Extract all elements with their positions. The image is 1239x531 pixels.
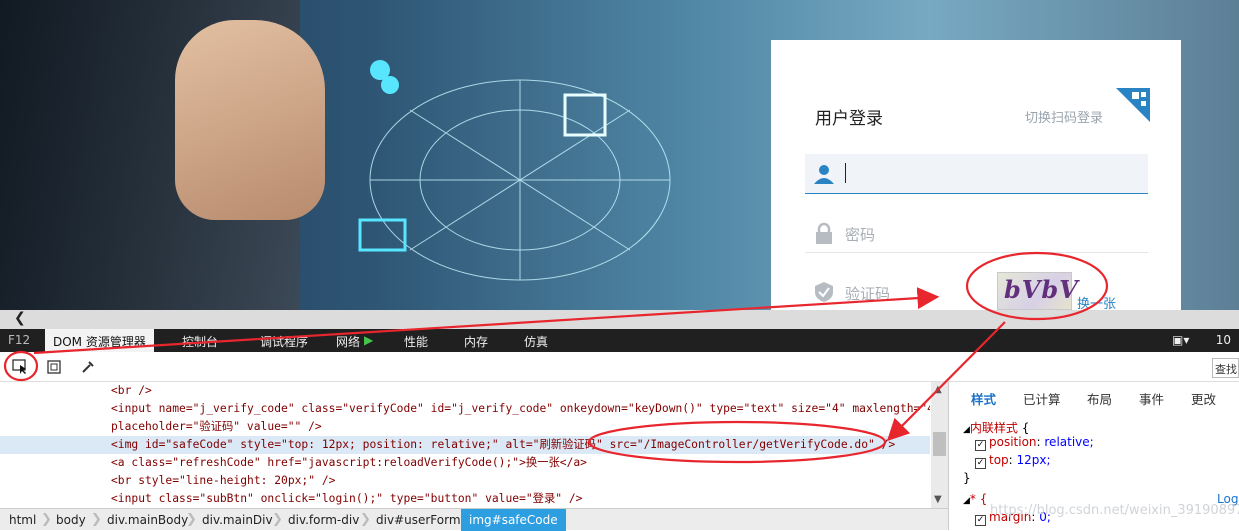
devtools-tab-bar: F12 DOM 资源管理器 控制台 调试程序 网络 ▶ 性能 内存 仿真 ▣▾ …	[0, 329, 1239, 352]
collapse-icon: ◢	[963, 496, 970, 506]
crumb-safecode[interactable]: img#safeCode	[461, 509, 566, 531]
style-prop: top	[989, 453, 1009, 467]
scroll-up-arrow-icon[interactable]: ▲	[934, 384, 942, 395]
crumb-body[interactable]: body	[56, 509, 86, 531]
tab-events[interactable]: 事件	[1139, 389, 1164, 408]
dom-line-text: <br />	[111, 384, 152, 397]
dom-line-text: placeholder="验证码" value="" />	[111, 420, 322, 433]
crumb-separator-icon: ❯	[186, 512, 197, 527]
crumb-separator-icon: ❯	[272, 512, 283, 527]
qr-code-icon[interactable]	[1116, 88, 1150, 122]
tab-memory[interactable]: 内存	[464, 333, 488, 350]
find-input[interactable]: 查找	[1212, 358, 1239, 378]
dom-line[interactable]: <br style="line-height: 20px;" />	[0, 472, 930, 490]
scroll-down-arrow-icon[interactable]: ▼	[934, 494, 942, 505]
inline-style-header[interactable]: ◢内联样式 {	[963, 419, 1029, 436]
password-field[interactable]: 密码	[805, 213, 1148, 253]
dom-line-selected[interactable]: <img id="safeCode" style="top: 12px; pos…	[0, 436, 930, 454]
crumb-maindiv[interactable]: div.mainDiv	[202, 509, 273, 531]
style-value: 12px;	[1016, 453, 1051, 467]
tab-layout[interactable]: 布局	[1087, 389, 1112, 408]
universal-rule: * {	[969, 492, 988, 506]
tab-network[interactable]: 网络	[336, 333, 360, 350]
login-title: 用户登录	[815, 109, 883, 129]
user-icon	[814, 165, 834, 184]
refresh-captcha-link[interactable]: 换一张	[1077, 293, 1116, 310]
style-prop: position	[989, 435, 1037, 449]
inline-style-close: }	[963, 471, 971, 485]
scroll-left-arrow-icon[interactable]: ❮	[14, 310, 26, 326]
checkbox-icon[interactable]: ✓	[975, 458, 986, 469]
network-illustration	[358, 60, 671, 281]
hand-image	[175, 20, 325, 220]
dom-line[interactable]: <input name="j_verify_code" class="verif…	[0, 400, 930, 418]
version-count: 10	[1215, 333, 1231, 347]
crumb-separator-icon: ❯	[91, 512, 102, 527]
lock-icon	[816, 222, 832, 244]
login-panel: 用户登录 切换扫码登录 密码 验证码 bVbV 换一张	[771, 40, 1181, 310]
captcha-image[interactable]: bVbV	[997, 272, 1078, 310]
tab-performance[interactable]: 性能	[404, 333, 428, 350]
select-element-icon[interactable]	[10, 357, 30, 377]
screen-icon[interactable]: ▣▾	[1172, 333, 1189, 347]
checkbox-icon[interactable]: ✓	[975, 440, 986, 451]
dom-line-text: <br style="line-height: 20px;" />	[111, 474, 336, 487]
tab-debugger[interactable]: 调试程序	[260, 333, 308, 350]
crumb-mainbody[interactable]: div.mainBody	[107, 509, 188, 531]
dom-line[interactable]: <br />	[0, 382, 930, 400]
crumb-userform[interactable]: div#userForm	[376, 509, 461, 531]
dom-tree-pane: <br /> <input name="j_verify_code" class…	[0, 382, 930, 508]
captcha-text: bVbV	[1004, 275, 1079, 304]
collapse-icon: ◢	[963, 425, 970, 435]
style-rule-top[interactable]: ✓ top: 12px;	[975, 453, 1051, 469]
universal-rule-header[interactable]: ◢* {	[963, 492, 987, 506]
dom-line-text: <input class="subBtn" onclick="login();"…	[111, 492, 583, 505]
tab-f12[interactable]: F12	[8, 333, 30, 347]
watermark: https://blog.csdn.net/weixin_39190897	[990, 503, 1239, 518]
crumb-separator-icon: ❯	[360, 512, 371, 527]
checkbox-icon[interactable]: ✓	[975, 515, 986, 526]
style-value: relative;	[1044, 435, 1094, 449]
crumb-separator-icon: ❯	[41, 512, 52, 527]
dom-toolbar: 查找	[0, 352, 1239, 382]
record-icon: ▶	[364, 333, 374, 347]
username-field[interactable]	[805, 154, 1148, 194]
dom-line-text: <img id="safeCode" style="top: 12px; pos…	[111, 438, 896, 451]
password-placeholder: 密码	[845, 226, 876, 244]
captcha-placeholder: 验证码	[845, 285, 891, 303]
tab-styles[interactable]: 样式	[971, 389, 996, 408]
crumb-html[interactable]: html	[9, 509, 36, 531]
dom-line-text: <a class="refreshCode" href="javascript:…	[111, 456, 587, 469]
tab-console[interactable]: 控制台	[182, 333, 218, 350]
dom-line-text: <input name="j_verify_code" class="verif…	[111, 402, 930, 415]
dom-line[interactable]: <input class="subBtn" onclick="login();"…	[0, 490, 930, 508]
inline-style-label: 内联样式	[969, 421, 1018, 435]
text-cursor	[845, 163, 846, 183]
tab-emulation[interactable]: 仿真	[524, 333, 548, 350]
dom-line[interactable]: placeholder="验证码" value="" />	[0, 418, 930, 436]
switch-qr-login-link[interactable]: 切换扫码登录	[1025, 107, 1103, 126]
hero-banner: 用户登录 切换扫码登录 密码 验证码 bVbV 换一张	[0, 0, 1239, 310]
dom-vertical-scrollbar[interactable]: ▲ ▼	[931, 382, 948, 508]
dom-line[interactable]: <a class="refreshCode" href="javascript:…	[0, 454, 930, 472]
tab-computed[interactable]: 已计算	[1023, 389, 1061, 408]
tab-changes[interactable]: 更改	[1191, 389, 1216, 408]
shield-icon	[815, 282, 833, 302]
highlight-box-icon[interactable]	[44, 357, 64, 377]
dom-breadcrumb: html ❯ body ❯ div.mainBody ❯ div.mainDiv…	[0, 508, 948, 531]
style-rule-position[interactable]: ✓ position: relative;	[975, 435, 1094, 451]
crumb-formdiv[interactable]: div.form-div	[288, 509, 359, 531]
tab-dom-explorer[interactable]: DOM 资源管理器	[45, 329, 154, 352]
color-picker-icon[interactable]	[78, 357, 98, 377]
page-horizontal-scrollbar[interactable]: ❮	[0, 310, 1239, 329]
scroll-thumb[interactable]	[933, 432, 946, 456]
